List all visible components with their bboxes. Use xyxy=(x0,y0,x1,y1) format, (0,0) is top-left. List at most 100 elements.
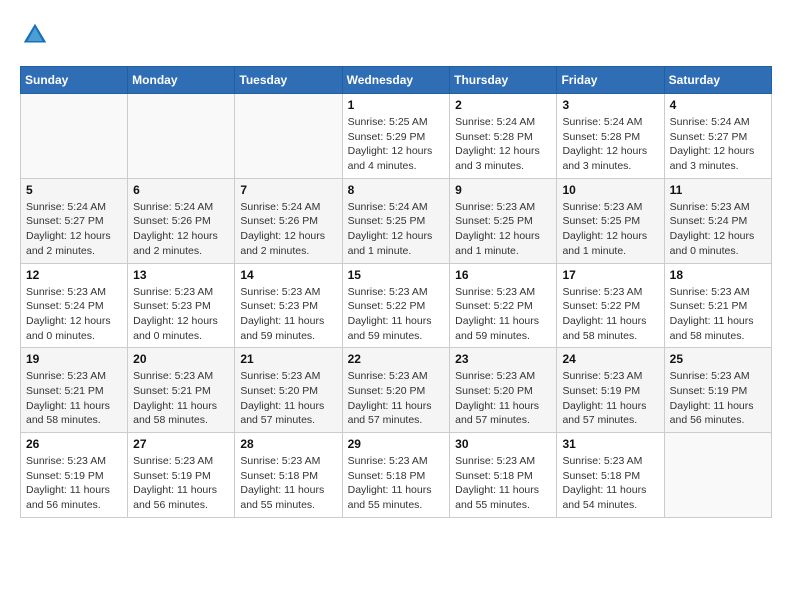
calendar-cell: 24 Sunrise: 5:23 AMSunset: 5:19 PMDayligh… xyxy=(557,348,664,433)
column-header-sunday: Sunday xyxy=(21,67,128,94)
day-info: Sunrise: 5:24 AMSunset: 5:27 PMDaylight:… xyxy=(670,115,766,174)
day-number: 10 xyxy=(562,183,658,197)
day-info: Sunrise: 5:23 AMSunset: 5:19 PMDaylight:… xyxy=(670,369,766,428)
calendar-header-row: SundayMondayTuesdayWednesdayThursdayFrid… xyxy=(21,67,772,94)
day-info: Sunrise: 5:25 AMSunset: 5:29 PMDaylight:… xyxy=(348,115,445,174)
calendar-cell: 11Sunrise: 5:23 AMSunset: 5:24 PMDayligh… xyxy=(664,178,771,263)
calendar-cell: 10 Sunrise: 5:23 AMSunset: 5:25 PMDayligh… xyxy=(557,178,664,263)
day-info: Sunrise: 5:23 AMSunset: 5:19 PMDaylight:… xyxy=(133,454,229,513)
day-number: 16 xyxy=(455,268,551,282)
day-number: 30 xyxy=(455,437,551,451)
week-row-2: 5 Sunrise: 5:24 AMSunset: 5:27 PMDaylight… xyxy=(21,178,772,263)
calendar-cell: 20 Sunrise: 5:23 AMSunset: 5:21 PMDayligh… xyxy=(128,348,235,433)
calendar-cell: 19 Sunrise: 5:23 AMSunset: 5:21 PMDayligh… xyxy=(21,348,128,433)
day-info: Sunrise: 5:23 AMSunset: 5:22 PMDaylight:… xyxy=(348,285,445,344)
day-number: 22 xyxy=(348,352,445,366)
calendar-cell: 31Sunrise: 5:23 AMSunset: 5:18 PMDayligh… xyxy=(557,433,664,518)
calendar-cell: 13 Sunrise: 5:23 AMSunset: 5:23 PMDayligh… xyxy=(128,263,235,348)
column-header-monday: Monday xyxy=(128,67,235,94)
calendar-cell: 15 Sunrise: 5:23 AMSunset: 5:22 PMDayligh… xyxy=(342,263,450,348)
calendar-cell xyxy=(128,94,235,179)
day-info: Sunrise: 5:23 AMSunset: 5:23 PMDaylight:… xyxy=(133,285,229,344)
day-info: Sunrise: 5:23 AMSunset: 5:24 PMDaylight:… xyxy=(26,285,122,344)
day-number: 18 xyxy=(670,268,766,282)
calendar-cell: 27 Sunrise: 5:23 AMSunset: 5:19 PMDayligh… xyxy=(128,433,235,518)
day-number: 12 xyxy=(26,268,122,282)
day-number: 1 xyxy=(348,98,445,112)
day-number: 6 xyxy=(133,183,229,197)
day-info: Sunrise: 5:23 AMSunset: 5:19 PMDaylight:… xyxy=(562,369,658,428)
day-info: Sunrise: 5:23 AMSunset: 5:25 PMDaylight:… xyxy=(455,200,551,259)
calendar-cell: 23Sunrise: 5:23 AMSunset: 5:20 PMDayligh… xyxy=(450,348,557,433)
calendar-cell: 5 Sunrise: 5:24 AMSunset: 5:27 PMDaylight… xyxy=(21,178,128,263)
calendar-cell: 12 Sunrise: 5:23 AMSunset: 5:24 PMDayligh… xyxy=(21,263,128,348)
column-header-tuesday: Tuesday xyxy=(235,67,342,94)
column-header-wednesday: Wednesday xyxy=(342,67,450,94)
calendar-cell: 30 Sunrise: 5:23 AMSunset: 5:18 PMDayligh… xyxy=(450,433,557,518)
day-number: 15 xyxy=(348,268,445,282)
day-number: 26 xyxy=(26,437,122,451)
day-info: Sunrise: 5:24 AMSunset: 5:28 PMDaylight:… xyxy=(455,115,551,174)
day-info: Sunrise: 5:23 AMSunset: 5:21 PMDaylight:… xyxy=(26,369,122,428)
day-number: 24 xyxy=(562,352,658,366)
day-info: Sunrise: 5:24 AMSunset: 5:26 PMDaylight:… xyxy=(133,200,229,259)
day-info: Sunrise: 5:23 AMSunset: 5:18 PMDaylight:… xyxy=(348,454,445,513)
day-number: 29 xyxy=(348,437,445,451)
day-info: Sunrise: 5:23 AMSunset: 5:18 PMDaylight:… xyxy=(455,454,551,513)
week-row-5: 26 Sunrise: 5:23 AMSunset: 5:19 PMDayligh… xyxy=(21,433,772,518)
calendar-cell: 7 Sunrise: 5:24 AMSunset: 5:26 PMDaylight… xyxy=(235,178,342,263)
calendar-cell: 25 Sunrise: 5:23 AMSunset: 5:19 PMDayligh… xyxy=(664,348,771,433)
calendar-cell: 16 Sunrise: 5:23 AMSunset: 5:22 PMDayligh… xyxy=(450,263,557,348)
calendar-cell: 4 Sunrise: 5:24 AMSunset: 5:27 PMDaylight… xyxy=(664,94,771,179)
calendar-cell: 9Sunrise: 5:23 AMSunset: 5:25 PMDaylight… xyxy=(450,178,557,263)
calendar-cell: 17 Sunrise: 5:23 AMSunset: 5:22 PMDayligh… xyxy=(557,263,664,348)
day-number: 31 xyxy=(562,437,658,451)
column-header-saturday: Saturday xyxy=(664,67,771,94)
day-number: 19 xyxy=(26,352,122,366)
day-info: Sunrise: 5:23 AMSunset: 5:21 PMDaylight:… xyxy=(133,369,229,428)
calendar-table: SundayMondayTuesdayWednesdayThursdayFrid… xyxy=(20,66,772,518)
calendar-cell: 1 Sunrise: 5:25 AMSunset: 5:29 PMDaylight… xyxy=(342,94,450,179)
calendar-cell: 22Sunrise: 5:23 AMSunset: 5:20 PMDayligh… xyxy=(342,348,450,433)
calendar-cell: 18 Sunrise: 5:23 AMSunset: 5:21 PMDayligh… xyxy=(664,263,771,348)
column-header-thursday: Thursday xyxy=(450,67,557,94)
column-header-friday: Friday xyxy=(557,67,664,94)
day-info: Sunrise: 5:23 AMSunset: 5:23 PMDaylight:… xyxy=(240,285,336,344)
day-number: 7 xyxy=(240,183,336,197)
day-info: Sunrise: 5:24 AMSunset: 5:27 PMDaylight:… xyxy=(26,200,122,259)
day-number: 28 xyxy=(240,437,336,451)
page-header xyxy=(20,20,772,50)
day-info: Sunrise: 5:23 AMSunset: 5:20 PMDaylight:… xyxy=(240,369,336,428)
day-number: 4 xyxy=(670,98,766,112)
day-number: 5 xyxy=(26,183,122,197)
day-number: 21 xyxy=(240,352,336,366)
day-info: Sunrise: 5:23 AMSunset: 5:22 PMDaylight:… xyxy=(562,285,658,344)
day-number: 11 xyxy=(670,183,766,197)
day-number: 23 xyxy=(455,352,551,366)
day-number: 3 xyxy=(562,98,658,112)
day-info: Sunrise: 5:24 AMSunset: 5:25 PMDaylight:… xyxy=(348,200,445,259)
calendar-cell: 26 Sunrise: 5:23 AMSunset: 5:19 PMDayligh… xyxy=(21,433,128,518)
day-number: 17 xyxy=(562,268,658,282)
day-info: Sunrise: 5:24 AMSunset: 5:26 PMDaylight:… xyxy=(240,200,336,259)
day-info: Sunrise: 5:23 AMSunset: 5:19 PMDaylight:… xyxy=(26,454,122,513)
day-number: 8 xyxy=(348,183,445,197)
day-number: 13 xyxy=(133,268,229,282)
calendar-cell xyxy=(664,433,771,518)
calendar-cell: 2Sunrise: 5:24 AMSunset: 5:28 PMDaylight… xyxy=(450,94,557,179)
calendar-cell: 3 Sunrise: 5:24 AMSunset: 5:28 PMDaylight… xyxy=(557,94,664,179)
day-number: 20 xyxy=(133,352,229,366)
calendar-cell: 8 Sunrise: 5:24 AMSunset: 5:25 PMDaylight… xyxy=(342,178,450,263)
calendar-cell: 21 Sunrise: 5:23 AMSunset: 5:20 PMDayligh… xyxy=(235,348,342,433)
week-row-1: 1 Sunrise: 5:25 AMSunset: 5:29 PMDaylight… xyxy=(21,94,772,179)
logo xyxy=(20,20,54,50)
day-number: 27 xyxy=(133,437,229,451)
day-info: Sunrise: 5:23 AMSunset: 5:22 PMDaylight:… xyxy=(455,285,551,344)
calendar-cell: 6 Sunrise: 5:24 AMSunset: 5:26 PMDaylight… xyxy=(128,178,235,263)
day-info: Sunrise: 5:23 AMSunset: 5:25 PMDaylight:… xyxy=(562,200,658,259)
day-info: Sunrise: 5:23 AMSunset: 5:21 PMDaylight:… xyxy=(670,285,766,344)
day-number: 25 xyxy=(670,352,766,366)
day-info: Sunrise: 5:24 AMSunset: 5:28 PMDaylight:… xyxy=(562,115,658,174)
logo-icon xyxy=(20,20,50,50)
day-number: 14 xyxy=(240,268,336,282)
